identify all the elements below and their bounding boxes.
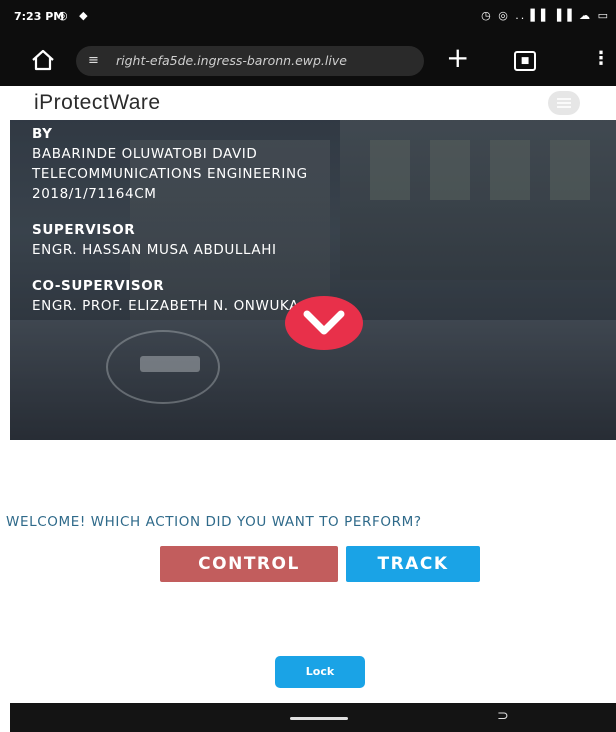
matric-number: 2018/1/71164CM (32, 186, 157, 202)
welcome-text: WELCOME! WHICH ACTION DID YOU WANT TO PE… (6, 514, 422, 530)
status-bar: 7:23 PM ◎ ◆ ◷ ◎ ..▐▐ ▐▐ ☁ ▭ (0, 0, 616, 36)
hero-banner: BY BABARINDE OLUWATOBI DAVID TELECOMMUNI… (10, 120, 616, 440)
key-shape (140, 356, 200, 372)
menu-icon[interactable]: ⋮ (592, 48, 610, 69)
cosupervisor-label: CO-SUPERVISOR (32, 278, 165, 294)
status-right-icons: ◷ ◎ ..▐▐ ▐▐ ☁ ▭ (481, 9, 610, 22)
plus-icon[interactable]: + (446, 44, 469, 72)
supervisor-name: ENGR. HASSAN MUSA ABDULLAHI (32, 242, 277, 258)
control-button[interactable]: CONTROL (160, 546, 338, 582)
status-time: 7:23 PM (14, 10, 65, 23)
site-brand[interactable]: iProtectWare (34, 91, 161, 115)
system-nav-bar: ⊃ (10, 703, 616, 732)
supervisor-label: SUPERVISOR (32, 222, 136, 238)
back-icon[interactable]: ⊃ (497, 708, 509, 724)
url-text[interactable]: right-efa5de.ingress-baronn.ewp.live (116, 53, 347, 68)
tune-icon[interactable]: ≡ (88, 53, 99, 68)
tab-count: ■ (520, 56, 530, 66)
home-gesture-bar[interactable] (290, 717, 348, 720)
status-left-icons: ◎ ◆ (58, 9, 92, 22)
author-name: BABARINDE OLUWATOBI DAVID (32, 146, 258, 162)
site-header: iProtectWare (0, 86, 616, 120)
address-bar[interactable]: ≡ right-efa5de.ingress-baronn.ewp.live (76, 46, 424, 76)
by-label: BY (32, 126, 53, 142)
chevron-down-icon[interactable] (285, 296, 363, 350)
home-icon[interactable] (30, 47, 56, 73)
hamburger-icon[interactable] (548, 91, 580, 115)
cosupervisor-name: ENGR. PROF. ELIZABETH N. ONWUKA (32, 298, 299, 314)
lock-button[interactable]: Lock (275, 656, 365, 688)
browser-toolbar: ≡ right-efa5de.ingress-baronn.ewp.live +… (0, 36, 616, 86)
tabs-icon[interactable]: ■ (514, 51, 536, 71)
department: TELECOMMUNICATIONS ENGINEERING (32, 166, 308, 182)
track-button[interactable]: TRACK (346, 546, 480, 582)
